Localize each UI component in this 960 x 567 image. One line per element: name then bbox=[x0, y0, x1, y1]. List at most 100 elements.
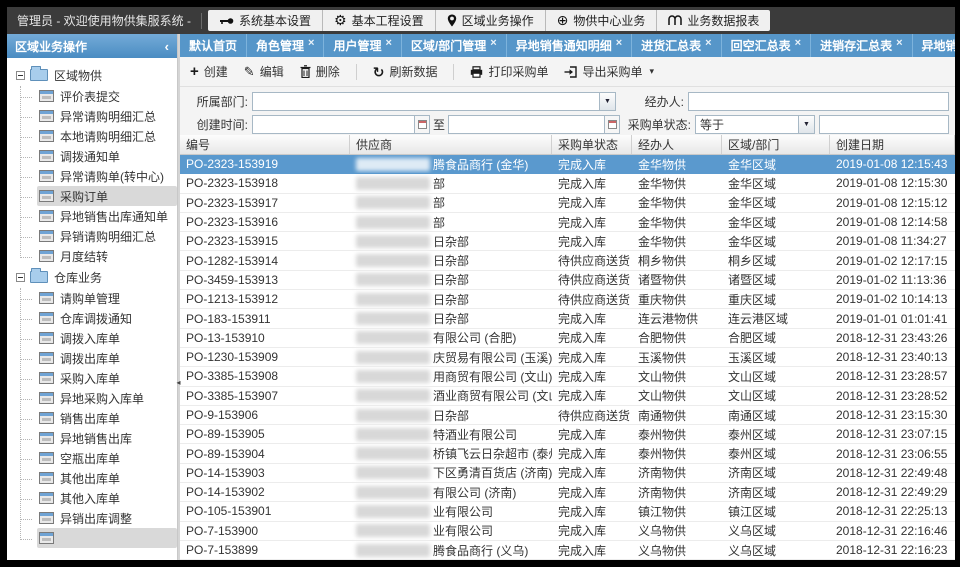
sidebar-item[interactable]: 其他出库单 bbox=[13, 468, 177, 488]
create-button[interactable]: + 创建 bbox=[190, 63, 228, 80]
sidebar-item-link[interactable]: 销售出库单 bbox=[37, 408, 177, 428]
table-row[interactable]: PO-3385-153908用商贸有限公司 (文山)完成入库文山物供文山区域20… bbox=[180, 367, 955, 386]
sidebar-item[interactable]: 仓库调拨通知 bbox=[13, 308, 177, 328]
tree-expand-icon[interactable] bbox=[16, 273, 25, 282]
sidebar-item[interactable]: 异销出库调整 bbox=[13, 508, 177, 528]
edit-button[interactable]: ✎ 编辑 bbox=[244, 63, 284, 80]
date-to-input[interactable] bbox=[448, 115, 620, 134]
sidebar-item[interactable]: 异常请购单(转中心) bbox=[13, 166, 177, 186]
table-row[interactable]: PO-2323-153918部完成入库金华物供金华区域2019-01-08 12… bbox=[180, 174, 955, 193]
table-row[interactable]: PO-1282-153914日杂部待供应商送货桐乡物供桐乡区域2019-01-0… bbox=[180, 251, 955, 270]
sidebar-item-link[interactable]: 异常请购单(转中心) bbox=[37, 166, 177, 186]
table-row[interactable]: PO-2323-153917部完成入库金华物供金华区域2019-01-08 12… bbox=[180, 194, 955, 213]
status-dropdown-arrow-icon[interactable]: ▼ bbox=[798, 116, 814, 133]
agent-input[interactable] bbox=[688, 92, 949, 111]
table-row[interactable]: PO-13-153910有限公司 (合肥)完成入库合肥物供合肥区域2018-12… bbox=[180, 329, 955, 348]
sidebar-item-link[interactable]: 评价表提交 bbox=[37, 86, 177, 106]
sidebar-item[interactable]: 异常请购明细汇总 bbox=[13, 106, 177, 126]
sidebar-item[interactable]: 采购订单 bbox=[13, 186, 177, 206]
table-row[interactable]: PO-14-153902有限公司 (济南)完成入库济南物供济南区域2018-12… bbox=[180, 483, 955, 502]
sidebar-item-link[interactable]: 月度结转 bbox=[37, 246, 177, 266]
tab-进货汇总表[interactable]: 进货汇总表× bbox=[632, 34, 721, 57]
tab-close-icon[interactable]: × bbox=[490, 37, 496, 49]
sidebar-item-link[interactable]: 采购订单 bbox=[37, 186, 177, 206]
table-row[interactable]: PO-7-153899腾食品商行 (义乌)完成入库义乌物供义乌区域2018-12… bbox=[180, 541, 955, 560]
sidebar-item[interactable]: 异地销售出库通知单 bbox=[13, 206, 177, 226]
tab-异地销售调整明细[interactable]: 异地销售调整明细× bbox=[913, 34, 955, 57]
sidebar-item[interactable]: 本地请购明细汇总 bbox=[13, 126, 177, 146]
sidebar-item-link[interactable]: 本地请购明细汇总 bbox=[37, 126, 177, 146]
tab-回空汇总表[interactable]: 回空汇总表× bbox=[722, 34, 811, 57]
column-header-供应商[interactable]: 供应商 bbox=[350, 135, 552, 154]
sidebar-item-link[interactable]: 其他出库单 bbox=[37, 468, 177, 488]
sidebar-item-link[interactable]: 调拨入库单 bbox=[37, 328, 177, 348]
table-row[interactable]: PO-9-153906日杂部待供应商送货南通物供南通区域2018-12-31 2… bbox=[180, 406, 955, 425]
sidebar-item[interactable]: 空瓶出库单 bbox=[13, 448, 177, 468]
tab-进销存汇总表[interactable]: 进销存汇总表× bbox=[811, 34, 912, 57]
tree-expand-icon[interactable] bbox=[16, 71, 25, 80]
status-value-input[interactable] bbox=[819, 115, 949, 134]
print-button[interactable]: 打印采购单 bbox=[470, 63, 548, 80]
sidebar-item[interactable]: 评价表提交 bbox=[13, 86, 177, 106]
column-header-区域/部门[interactable]: 区域/部门 bbox=[722, 135, 830, 154]
table-row[interactable]: PO-2323-153916部完成入库金华物供金华区域2019-01-08 12… bbox=[180, 213, 955, 232]
sidebar-item[interactable]: 月度结转 bbox=[13, 246, 177, 266]
tab-close-icon[interactable]: × bbox=[385, 37, 391, 49]
status-op-select[interactable]: 等于 ▼ bbox=[695, 115, 815, 134]
sidebar-item-link[interactable]: 异常请购明细汇总 bbox=[37, 106, 177, 126]
sidebar-item-link[interactable]: 调拨出库单 bbox=[37, 348, 177, 368]
sidebar-item-link[interactable]: 异销出库调整 bbox=[37, 508, 177, 528]
column-header-经办人[interactable]: 经办人 bbox=[632, 135, 722, 154]
table-row[interactable]: PO-3459-153913日杂部待供应商送货诸暨物供诸暨区域2019-01-0… bbox=[180, 271, 955, 290]
top-menu-gear[interactable]: ⚙基本工程设置 bbox=[323, 10, 436, 31]
table-row[interactable]: PO-1213-153912日杂部待供应商送货重庆物供重庆区域2019-01-0… bbox=[180, 290, 955, 309]
sidebar-item-link[interactable] bbox=[37, 528, 177, 548]
top-menu-pin[interactable]: 区域业务操作 bbox=[436, 10, 546, 31]
table-row[interactable]: PO-89-153905特酒业有限公司完成入库泰州物供泰州区域2018-12-3… bbox=[180, 425, 955, 444]
dept-dropdown-arrow-icon[interactable]: ▼ bbox=[599, 93, 615, 110]
sidebar-item-link[interactable]: 空瓶出库单 bbox=[37, 448, 177, 468]
top-menu-book[interactable]: 业务数据报表 bbox=[657, 10, 770, 31]
sidebar-collapse-icon[interactable]: ‹ bbox=[165, 39, 169, 54]
table-row[interactable]: PO-89-153904桥镇飞云日杂超市 (泰州)完成入库泰州物供泰州区域201… bbox=[180, 444, 955, 463]
column-header-采购单状态[interactable]: 采购单状态 bbox=[552, 135, 632, 154]
sidebar-item[interactable]: 异地销售出库 bbox=[13, 428, 177, 448]
dept-select[interactable]: ▼ bbox=[252, 92, 616, 111]
calendar-icon[interactable] bbox=[414, 116, 429, 133]
sidebar-item-link[interactable]: 异销请购明细汇总 bbox=[37, 226, 177, 246]
table-row[interactable]: PO-105-153901业有限公司完成入库镇江物供镇江区域2018-12-31… bbox=[180, 502, 955, 521]
table-row[interactable]: PO-2323-153919腾食品商行 (金华)完成入库金华物供金华区域2019… bbox=[180, 155, 955, 174]
tree-group-仓库业务[interactable]: 仓库业务 bbox=[13, 266, 177, 288]
refresh-button[interactable]: ↻ 刷新数据 bbox=[373, 63, 438, 80]
delete-button[interactable]: 删除 bbox=[300, 63, 340, 80]
table-row[interactable]: PO-14-153903下区勇清百货店 (济南)完成入库济南物供济南区域2018… bbox=[180, 464, 955, 483]
sidebar-item-link[interactable]: 调拨通知单 bbox=[37, 146, 177, 166]
table-row[interactable]: PO-7-153900业有限公司完成入库义乌物供义乌区域2018-12-31 2… bbox=[180, 522, 955, 541]
sidebar-item-link[interactable]: 异地采购入库单 bbox=[37, 388, 177, 408]
sidebar-item-link[interactable]: 异地销售出库通知单 bbox=[37, 206, 177, 226]
export-button[interactable]: 导出采购单 ▾ bbox=[564, 63, 654, 80]
sidebar-item-link[interactable]: 异地销售出库 bbox=[37, 428, 177, 448]
table-row[interactable]: PO-1230-153909庆贸易有限公司 (玉溪)完成入库玉溪物供玉溪区域20… bbox=[180, 348, 955, 367]
sidebar-item[interactable]: 销售出库单 bbox=[13, 408, 177, 428]
sidebar-item-link[interactable]: 仓库调拨通知 bbox=[37, 308, 177, 328]
tab-角色管理[interactable]: 角色管理× bbox=[247, 34, 324, 57]
sidebar-item[interactable]: 采购入库单 bbox=[13, 368, 177, 388]
splitter-collapse-icon[interactable]: ◂ bbox=[175, 368, 182, 396]
column-header-创建日期[interactable]: 创建日期 bbox=[830, 135, 955, 154]
sidebar-item[interactable]: 调拨通知单 bbox=[13, 146, 177, 166]
tab-close-icon[interactable]: × bbox=[308, 37, 314, 49]
table-row[interactable]: PO-3385-153907酒业商贸有限公司 (文山)完成入库文山物供文山区域2… bbox=[180, 387, 955, 406]
sidebar-item-link[interactable]: 采购入库单 bbox=[37, 368, 177, 388]
sidebar-splitter[interactable]: ◂ bbox=[178, 34, 180, 560]
top-menu-target[interactable]: ⊕物供中心业务 bbox=[546, 10, 658, 31]
sidebar-item[interactable]: 异地采购入库单 bbox=[13, 388, 177, 408]
tab-默认首页[interactable]: 默认首页 bbox=[180, 34, 247, 57]
sidebar-item[interactable]: 其他入库单 bbox=[13, 488, 177, 508]
tab-close-icon[interactable]: × bbox=[705, 37, 711, 49]
table-row[interactable]: PO-2323-153915日杂部完成入库金华物供金华区域2019-01-08 … bbox=[180, 232, 955, 251]
table-row[interactable]: PO-183-153911日杂部完成入库连云港物供连云港区域2019-01-01… bbox=[180, 309, 955, 328]
tab-close-icon[interactable]: × bbox=[795, 37, 801, 49]
date-from-input[interactable] bbox=[252, 115, 430, 134]
top-menu-key[interactable]: 系统基本设置 bbox=[208, 10, 323, 31]
